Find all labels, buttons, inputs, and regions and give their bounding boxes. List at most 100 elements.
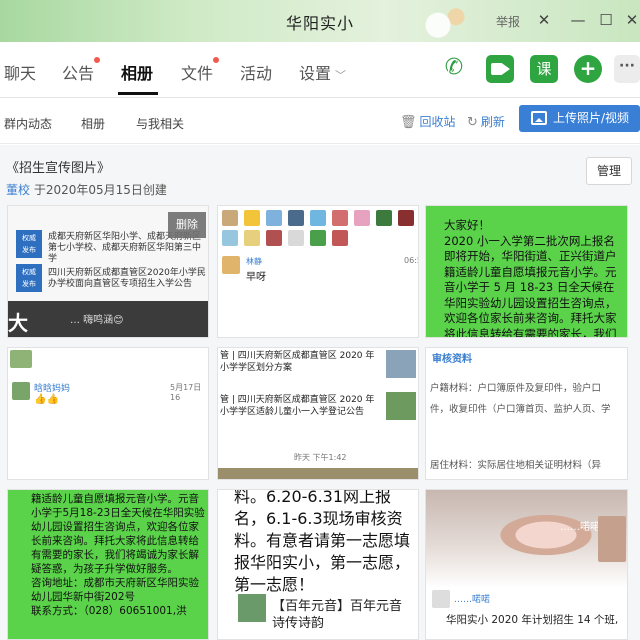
avatar — [432, 590, 450, 608]
photo-thumbnail[interactable]: 审核资料 户籍材料：户口簿原件及复印件，验户口 件，收复印件（户口簿首页、监护人… — [425, 347, 628, 480]
news-headline: 四川天府新区成都直管区2020年小学民办学校面向直管区专项招生入学公告 — [48, 268, 206, 289]
review-line: 居住材料：实际居住地相关证明材料（异 — [430, 460, 602, 471]
recycle-bin-button[interactable]: 🗑 回收站 — [400, 113, 456, 130]
news-headline: 【百年元音】百年元音 诗传诗韵 — [272, 599, 403, 631]
chat-strip: 大 … 嗨鸣涵😊 — [8, 301, 208, 337]
more-icon[interactable]: ··· — [614, 55, 640, 83]
photo-thumbnail[interactable]: 料。6.20-6.31网上报名，6.1-6.3现场审核资料。有意者请第一志愿填报… — [217, 489, 419, 640]
photo-text: 籍适龄儿童自愿填报元音小学。元音小学于5月18-23日全天候在华阳实验幼儿园设置… — [31, 493, 205, 617]
close-icon[interactable]: ✕ — [620, 8, 640, 32]
refresh-label: 刷新 — [480, 115, 505, 129]
avatar — [354, 210, 370, 226]
tab-files[interactable]: 文件 — [181, 57, 220, 84]
avatar — [10, 350, 32, 368]
album-title: 《招生宣传图片》 — [6, 161, 111, 176]
tab-announcement-label: 公告 — [62, 64, 95, 83]
album-author[interactable]: 董校 — [6, 183, 30, 197]
photo-thumbnail[interactable]: 权威 发布 成都天府新区华阳小学、成都天府新区第七小学校、成都天府新区华阳第三中… — [7, 205, 209, 338]
avatar — [310, 210, 326, 226]
refresh-button[interactable]: ↻ 刷新 — [467, 113, 505, 130]
notification-dot — [213, 57, 220, 63]
photo-thumbnail[interactable]: 大家好！ 2020 小一入学第二批次网上报名即将开始，华阳街道、正兴街道户籍适龄… — [425, 205, 628, 338]
avatar — [288, 230, 304, 246]
refresh-icon: ↻ — [467, 115, 478, 130]
avatar — [266, 210, 282, 226]
photo-thumbnail[interactable]: 管 | 四川天府新区成都直管区 2020 年小学学区划分方案 管 | 四川天府新… — [217, 347, 419, 480]
album-created: 于2020年05月15日创建 — [33, 183, 167, 197]
report-link[interactable]: 举报 — [496, 13, 520, 30]
course-icon[interactable]: 课 — [530, 55, 558, 83]
subtab-album[interactable]: 相册 — [81, 115, 105, 132]
news-headline: 管 | 四川天府新区成都直管区 2020 年小学学区划分方案 — [220, 351, 375, 373]
photo-overlay-text: ……喏喏 — [560, 522, 600, 533]
add-icon[interactable]: + — [574, 55, 602, 83]
active-tab-underline — [118, 92, 158, 95]
manage-button[interactable]: 管理 — [586, 157, 632, 185]
notification-dot — [94, 57, 101, 63]
minimize-icon[interactable]: — — [566, 8, 590, 32]
review-title: 审核资料 — [432, 354, 472, 365]
avatar — [222, 210, 238, 226]
recycle-bin-label: 回收站 — [419, 115, 456, 129]
review-line: 件，收复印件（户口簿首页、监护人页、学 — [430, 404, 611, 415]
upload-label: 上传照片/视频 — [553, 111, 630, 125]
tab-chat[interactable]: 聊天 — [4, 60, 36, 84]
avatar — [244, 210, 260, 226]
image-icon — [531, 111, 547, 125]
avatar — [12, 382, 30, 400]
tab-settings-label: 设置 — [299, 64, 332, 83]
avatar — [266, 230, 282, 246]
tab-announcement[interactable]: 公告 — [62, 57, 101, 84]
photo-thumbnail[interactable]: ……喏喏 ……喏喏 华阳实小 2020 年计划招生 14 个班, — [425, 489, 628, 640]
chevron-down-icon: ﹀ — [335, 69, 347, 82]
news-badge: 权威 发布 — [16, 264, 42, 292]
title-bar: 华阳实小 举报 ✕ — ☐ ✕ — [0, 0, 640, 42]
phone-icon[interactable]: ✆ — [440, 54, 468, 82]
news-headline: 管 | 四川天府新区成都直管区 2020 年小学学区适龄儿童小一入学登记公告 — [220, 395, 375, 417]
trash-icon: 🗑 — [400, 115, 417, 130]
sender-name: 晗晗妈妈 — [34, 384, 71, 394]
avatar — [244, 230, 260, 246]
chat-strip-message: … 嗨鸣涵😊 — [70, 315, 124, 326]
avatar — [332, 210, 348, 226]
photo-caption: 华阳实小 2020 年计划招生 14 个班, — [446, 614, 619, 626]
news-thumbnail — [386, 350, 416, 378]
avatar — [222, 256, 240, 274]
avatar — [222, 230, 238, 246]
subtab-related-to-me[interactable]: 与我相关 — [136, 115, 184, 132]
video-call-icon[interactable] — [486, 55, 514, 83]
photo-thumbnail[interactable]: 晗晗妈妈 5月17日 16 👍👍 — [7, 347, 209, 480]
avatar — [332, 230, 348, 246]
review-line: 户籍材料：户口簿原件及复印件，验户口 — [430, 383, 602, 394]
message-time: 06:5 — [404, 256, 418, 265]
message-time: 5月17日 16 — [170, 383, 202, 402]
sender-name: ……喏喏 — [454, 595, 491, 605]
tab-files-label: 文件 — [181, 64, 214, 83]
avatar — [398, 210, 414, 226]
delete-button[interactable]: 删除 — [168, 212, 206, 238]
message-time: 昨天 下午1:42 — [294, 453, 347, 462]
subtab-group-feed[interactable]: 群内动态 — [4, 115, 52, 132]
chat-strip-big-text: 大 — [8, 311, 28, 335]
photo-thumbnail[interactable]: 林静 早呀 06:5 — [217, 205, 419, 338]
bottom-image-strip — [218, 468, 418, 479]
tab-activity[interactable]: 活动 — [240, 60, 272, 84]
close-x-icon[interactable]: ✕ — [532, 8, 556, 32]
upload-button[interactable]: 上传照片/视频 — [519, 105, 640, 132]
avatar — [376, 210, 392, 226]
avatar — [310, 230, 326, 246]
photo-text: 大家好！ 2020 小一入学第二批次网上报名即将开始，华阳街道、正兴街道户籍适龄… — [444, 218, 617, 338]
tab-album[interactable]: 相册 — [121, 60, 153, 84]
news-thumbnail — [386, 392, 416, 420]
message-text: 👍👍 — [34, 394, 59, 405]
sender-name: 林静 — [246, 257, 262, 266]
maximize-icon[interactable]: ☐ — [594, 8, 618, 32]
album-meta: 董校 于2020年05月15日创建 — [6, 181, 167, 198]
news-thumbnail — [238, 594, 266, 622]
message-text: 早呀 — [246, 272, 266, 283]
news-badge: 权威 发布 — [16, 230, 42, 258]
photo-thumbnail[interactable]: 籍适龄儿童自愿填报元音小学。元音小学于5月18-23日全天候在华阳实验幼儿园设置… — [7, 489, 209, 640]
main-tab-bar: 聊天 公告 相册 文件 活动 设置 ﹀ ✆ 课 + ··· — [0, 42, 640, 98]
avatar — [288, 210, 304, 226]
tab-settings[interactable]: 设置 ﹀ — [299, 60, 346, 84]
